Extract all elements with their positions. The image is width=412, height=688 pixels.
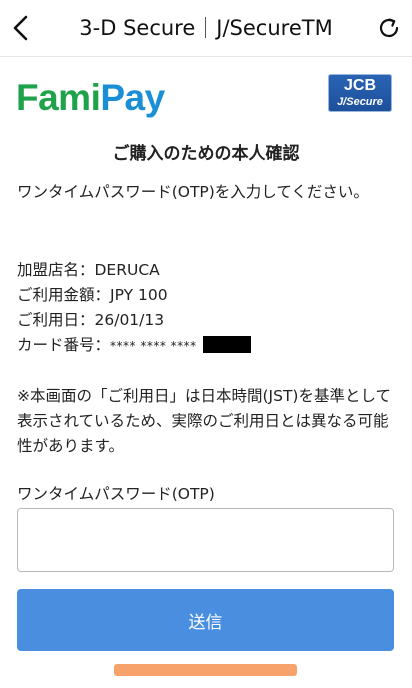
submit-button[interactable]: 送信 bbox=[17, 589, 394, 651]
date-notice: ※本画面の「ご利用日」は日本時間(JST)を基準として表示されているため、実際の… bbox=[17, 387, 391, 455]
otp-instruction: ワンタイムパスワード(OTP)を入力してください。 bbox=[17, 183, 369, 201]
reload-button[interactable] bbox=[374, 12, 404, 44]
reload-icon bbox=[379, 18, 399, 38]
card-number-label: カード番号： bbox=[17, 336, 111, 354]
title-right: J/SecureTM bbox=[216, 16, 333, 40]
amount: ご利用金額：JPY 100 bbox=[17, 286, 168, 304]
header-divider bbox=[0, 56, 412, 57]
transaction-info: 加盟店名：DERUCA ご利用金額：JPY 100 ご利用日：26/01/13 … bbox=[17, 258, 399, 358]
jcb-jsecure-logo: JCB J/Secure bbox=[328, 74, 392, 112]
title-separator bbox=[205, 17, 207, 38]
page-title: 3-D Secure J/SecureTM bbox=[40, 13, 372, 43]
otp-input[interactable] bbox=[17, 508, 394, 572]
bottom-handle-bar bbox=[114, 664, 297, 676]
card-number-redaction bbox=[202, 336, 251, 353]
top-bar: 3-D Secure J/SecureTM bbox=[0, 0, 412, 56]
usage-date: ご利用日：26/01/13 bbox=[17, 311, 165, 329]
otp-label: ワンタイムパスワード(OTP) bbox=[17, 485, 215, 503]
card-number-masked: **** **** **** bbox=[110, 339, 197, 353]
merchant-name: 加盟店名：DERUCA bbox=[17, 261, 160, 279]
card-number: カード番号：**** **** **** bbox=[17, 333, 399, 358]
title-left: 3-D Secure bbox=[79, 16, 196, 40]
page-heading: ご購入のための本人確認 bbox=[112, 144, 300, 164]
famipay-logo: FamiPay bbox=[16, 77, 165, 118]
back-button[interactable] bbox=[6, 12, 36, 44]
chevron-left-icon bbox=[13, 15, 28, 41]
